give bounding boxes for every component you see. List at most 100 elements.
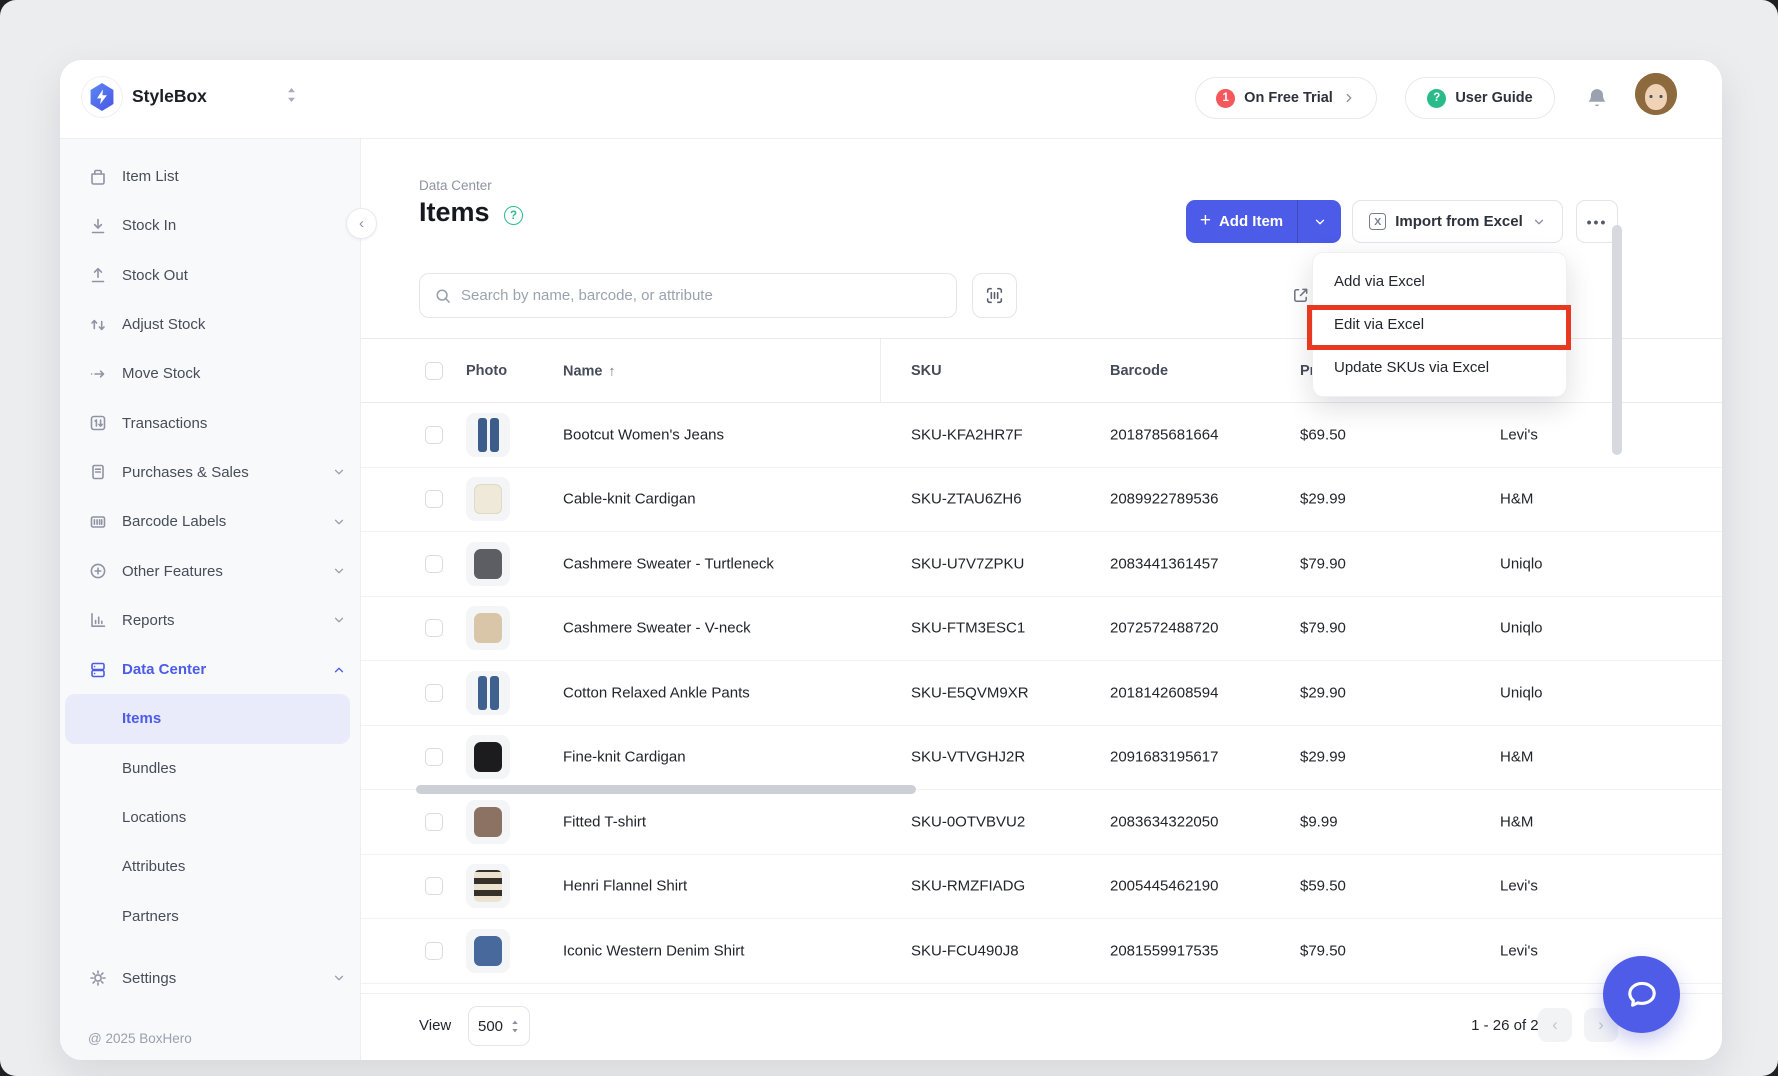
top-garment-image	[474, 549, 502, 579]
sidebar-item-barcode-labels[interactable]: Barcode Labels	[60, 497, 360, 546]
row-checkbox[interactable]	[425, 426, 443, 444]
sidebar-item-settings[interactable]: Settings	[60, 954, 360, 1003]
row-checkbox[interactable]	[425, 942, 443, 960]
chevron-down-icon	[332, 515, 346, 529]
item-name: Fine-knit Cardigan	[563, 749, 686, 766]
menu-item-add-via-excel[interactable]: Add via Excel	[1313, 260, 1566, 303]
sidebar-item-label: Item List	[122, 168, 179, 185]
item-list-icon	[88, 167, 108, 187]
top-garment-image	[474, 613, 502, 643]
table-row[interactable]: Cable-knit CardiganSKU-ZTAU6ZH6208992278…	[361, 468, 1722, 533]
user-avatar[interactable]	[1635, 73, 1677, 115]
topbar: StyleBox 1 On Free Trial ? User Guide	[60, 60, 1722, 139]
menu-item-edit-via-excel[interactable]: Edit via Excel	[1313, 303, 1566, 346]
item-sku: SKU-KFA2HR7F	[911, 426, 1023, 443]
row-checkbox[interactable]	[425, 555, 443, 573]
excel-icon: X	[1369, 213, 1386, 230]
sidebar-item-label: Reports	[122, 612, 175, 629]
sidebar-item-locations[interactable]: Locations	[60, 793, 360, 842]
sidebar-item-label: Barcode Labels	[122, 513, 226, 530]
menu-item-update-skus-via-excel[interactable]: Update SKUs via Excel	[1313, 346, 1566, 389]
table-row[interactable]: Cashmere Sweater - TurtleneckSKU-U7V7ZPK…	[361, 532, 1722, 597]
sidebar-item-attributes[interactable]: Attributes	[60, 842, 360, 891]
stock-out-icon	[88, 265, 108, 285]
row-checkbox[interactable]	[425, 813, 443, 831]
sidebar-item-reports[interactable]: Reports	[60, 596, 360, 645]
copyright-text: @ 2025 BoxHero	[88, 1031, 192, 1046]
workspace-name: StyleBox	[132, 86, 207, 107]
user-guide-pill[interactable]: ? User Guide	[1405, 77, 1555, 119]
sidebar-item-item-list[interactable]: Item List	[60, 152, 360, 201]
sort-ascending-icon: ↑	[609, 362, 616, 378]
row-checkbox[interactable]	[425, 684, 443, 702]
row-checkbox[interactable]	[425, 877, 443, 895]
chevron-up-icon	[332, 663, 346, 677]
item-price: $9.99	[1300, 813, 1338, 830]
table-row[interactable]: Cotton Relaxed Ankle PantsSKU-E5QVM9XR20…	[361, 661, 1722, 726]
table-row[interactable]: Bootcut Women's JeansSKU-KFA2HR7F2018785…	[361, 403, 1722, 468]
table-row[interactable]: Iconic Western Denim ShirtSKU-FCU490J820…	[361, 919, 1722, 984]
table-footer: View 500 1 - 26 of 26 ‹ ›	[361, 993, 1722, 1060]
row-checkbox[interactable]	[425, 490, 443, 508]
page-help-icon[interactable]: ?	[504, 206, 523, 225]
sidebar-item-label: Partners	[122, 908, 179, 925]
table-row[interactable]: Fine-knit CardiganSKU-VTVGHJ2R2091683195…	[361, 726, 1722, 791]
add-item-button[interactable]: + Add Item	[1186, 200, 1341, 243]
chevron-down-icon	[332, 613, 346, 627]
sidebar-item-purchases-sales[interactable]: Purchases & Sales	[60, 448, 360, 497]
column-header-sku: SKU	[911, 363, 942, 379]
table-row[interactable]: Fitted T-shirtSKU-0OTVBVU22083634322050$…	[361, 790, 1722, 855]
sidebar-item-stock-out[interactable]: Stock Out	[60, 251, 360, 300]
sidebar-item-other-features[interactable]: Other Features	[60, 546, 360, 595]
row-checkbox[interactable]	[425, 748, 443, 766]
import-from-excel-button[interactable]: X Import from Excel	[1352, 200, 1563, 243]
chevron-right-icon	[1342, 91, 1356, 105]
item-barcode: 2072572488720	[1110, 620, 1218, 637]
item-sku: SKU-FTM3ESC1	[911, 620, 1025, 637]
item-photo	[466, 735, 510, 779]
item-sku: SKU-0OTVBVU2	[911, 813, 1025, 830]
barcode-scan-button[interactable]	[972, 273, 1017, 318]
purchases-sales-icon	[88, 462, 108, 482]
sidebar-item-label: Stock In	[122, 217, 176, 234]
search-input[interactable]	[461, 287, 942, 304]
item-barcode: 2081559917535	[1110, 942, 1218, 959]
table-row[interactable]: Cashmere Sweater - V-neckSKU-FTM3ESC1207…	[361, 597, 1722, 662]
page-size-select[interactable]: 500	[468, 1006, 530, 1046]
app-logo[interactable]	[82, 77, 122, 117]
sidebar-item-items[interactable]: Items	[65, 694, 350, 743]
row-checkbox[interactable]	[425, 619, 443, 637]
check-garment-image	[474, 870, 502, 902]
sidebar-item-data-center[interactable]: Data Center	[60, 645, 360, 694]
notifications-bell-icon[interactable]	[1584, 86, 1610, 112]
chat-support-button[interactable]	[1603, 956, 1680, 1033]
sidebar-item-bundles[interactable]: Bundles	[60, 744, 360, 793]
vertical-scrollbar[interactable]	[1612, 225, 1622, 455]
item-sku: SKU-VTVGHJ2R	[911, 749, 1025, 766]
sidebar-collapse-button[interactable]: ‹	[346, 208, 377, 239]
add-item-dropdown-toggle[interactable]	[1297, 200, 1341, 243]
workspace-switcher-icon[interactable]	[286, 87, 297, 108]
select-all-checkbox[interactable]	[425, 362, 443, 380]
item-sku: SKU-U7V7ZPKU	[911, 555, 1024, 572]
view-label: View	[419, 1017, 451, 1034]
free-trial-pill[interactable]: 1 On Free Trial	[1195, 77, 1377, 119]
top-garment-image	[474, 936, 502, 966]
table-row[interactable]: Henri Flannel ShirtSKU-RMZFIADG200544546…	[361, 855, 1722, 920]
horizontal-scrollbar[interactable]	[416, 785, 916, 794]
column-header-name[interactable]: Name↑	[563, 362, 616, 379]
sidebar-item-move-stock[interactable]: Move Stock	[60, 349, 360, 398]
search-box[interactable]	[419, 273, 957, 318]
stock-in-icon	[88, 216, 108, 236]
sidebar-item-adjust-stock[interactable]: Adjust Stock	[60, 300, 360, 349]
sidebar-item-stock-in[interactable]: Stock In	[60, 201, 360, 250]
add-item-label: Add Item	[1219, 213, 1283, 230]
adjust-stock-icon	[88, 315, 108, 335]
item-brand: Uniqlo	[1500, 684, 1543, 701]
item-sku: SKU-RMZFIADG	[911, 878, 1025, 895]
prev-page-button[interactable]: ‹	[1538, 1008, 1572, 1042]
sidebar-item-partners[interactable]: Partners	[60, 891, 360, 940]
item-brand: Levi's	[1500, 878, 1538, 895]
sidebar-item-transactions[interactable]: Transactions	[60, 398, 360, 447]
item-barcode: 2018785681664	[1110, 426, 1218, 443]
